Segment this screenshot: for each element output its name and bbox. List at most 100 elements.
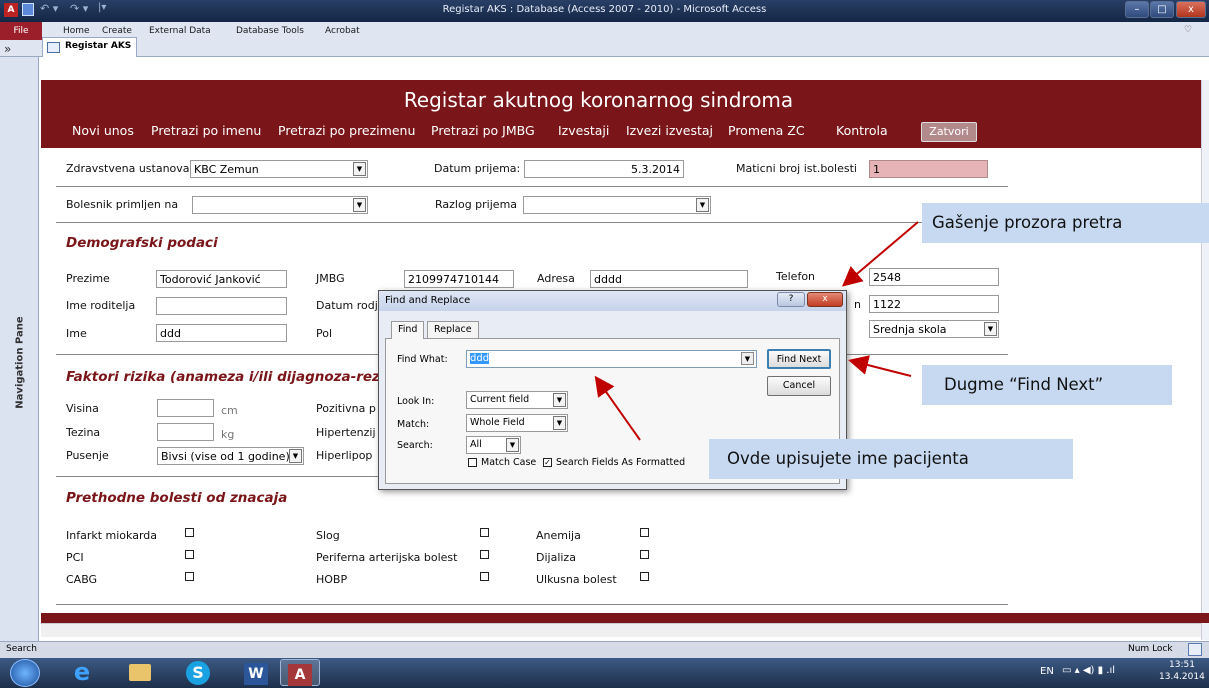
visina-unit: cm (221, 404, 238, 417)
word-icon[interactable]: W (236, 659, 276, 686)
tab-home[interactable]: Home (63, 26, 90, 36)
look-in-label: Look In: (397, 396, 435, 407)
status-search: Search (6, 644, 37, 654)
menu-pretrazi-jmbg[interactable]: Pretrazi po JMBG (431, 123, 535, 138)
jmbg-field[interactable]: 2109974710144 (404, 270, 514, 288)
match-case-checkbox[interactable] (468, 458, 477, 467)
file-tab[interactable]: File (0, 22, 42, 40)
language-indicator[interactable]: EN (1040, 666, 1054, 677)
obrazovanje-select[interactable]: Srednja skola ▼ (869, 320, 999, 338)
chevron-down-icon[interactable]: ▼ (741, 352, 754, 365)
status-bar: Search Num Lock (0, 641, 1209, 658)
bolesnik-select[interactable]: ▼ (192, 196, 368, 214)
disease-checkbox[interactable] (185, 528, 194, 537)
close-window-button[interactable]: x (1176, 1, 1206, 18)
cancel-button[interactable]: Cancel (767, 376, 831, 396)
zdravstvena-label: Zdravstvena ustanova: (66, 162, 194, 175)
navigation-pane[interactable]: Navigation Pane (0, 57, 39, 641)
disease-label: Ulkusna bolest (536, 573, 617, 586)
look-in-select[interactable]: Current field ▼ (466, 391, 568, 409)
maticni-label: Maticni broj ist.bolesti (736, 162, 857, 175)
find-what-input[interactable]: ddd (466, 350, 757, 368)
form-header: Registar akutnog koronarnog sindroma Nov… (41, 80, 1209, 148)
chevron-down-icon[interactable]: ▼ (353, 198, 366, 212)
chevron-down-icon[interactable]: ▼ (553, 416, 566, 430)
search-formatted-checkbox[interactable]: ✓ (543, 458, 552, 467)
disease-checkbox[interactable] (640, 572, 649, 581)
horizontal-scrollbar[interactable] (41, 623, 1201, 637)
ime-roditelja-label: Ime roditelja (66, 299, 136, 312)
tab-database-tools[interactable]: Database Tools (236, 26, 304, 36)
ime-roditelja-field[interactable] (156, 297, 287, 315)
menu-pretrazi-prezimenu[interactable]: Pretrazi po prezimenu (278, 123, 415, 138)
vertical-scrollbar[interactable] (1201, 80, 1209, 640)
right-field[interactable]: 1122 (869, 295, 999, 313)
nav-expand-icon[interactable]: » (4, 42, 11, 56)
maticni-field[interactable]: 1 (869, 160, 988, 178)
internet-explorer-icon[interactable]: e (62, 659, 102, 686)
file-explorer-icon[interactable] (120, 659, 160, 686)
chevron-down-icon[interactable]: ▼ (289, 449, 302, 463)
help-button[interactable]: ? (777, 292, 805, 307)
tezina-field[interactable] (157, 423, 214, 441)
ime-field[interactable]: ddd (156, 324, 287, 342)
jmbg-label: JMBG (316, 272, 345, 285)
chevron-down-icon[interactable]: ▼ (553, 393, 566, 407)
disease-checkbox[interactable] (185, 550, 194, 559)
prethodne-heading: Prethodne bolesti od znacaja (66, 490, 288, 506)
menu-izvestaji[interactable]: Izvestaji (558, 123, 609, 138)
menu-kontrola[interactable]: Kontrola (836, 123, 888, 138)
ribbon-collapse-icon[interactable]: ♡ (1184, 25, 1192, 35)
start-button-icon[interactable] (10, 659, 40, 687)
adresa-field[interactable]: dddd (590, 270, 748, 288)
datum-rodjenja-label: Datum rodj (316, 299, 378, 312)
visina-field[interactable] (157, 399, 214, 417)
adresa-label: Adresa (537, 272, 575, 285)
tab-create[interactable]: Create (102, 26, 132, 36)
tab-replace[interactable]: Replace (427, 321, 479, 338)
look-in-value: Current field (470, 394, 530, 405)
search-formatted-label: Search Fields As Formatted (556, 457, 686, 468)
match-select[interactable]: Whole Field ▼ (466, 414, 568, 432)
access-taskbar-icon[interactable]: A (280, 659, 320, 686)
dialog-close-button[interactable]: x (807, 292, 843, 307)
disease-checkbox[interactable] (185, 572, 194, 581)
datum-prijema-field[interactable]: 5.3.2014 (524, 160, 684, 178)
zatvori-button[interactable]: Zatvori (921, 122, 977, 142)
chevron-down-icon[interactable]: ▼ (506, 438, 519, 452)
form-view-icon[interactable] (1188, 643, 1202, 656)
menu-promena-zc[interactable]: Promena ZC (728, 123, 805, 138)
chevron-down-icon[interactable]: ▼ (696, 198, 709, 212)
search-select[interactable]: All ▼ (466, 436, 521, 454)
prezime-field[interactable]: Todorović Janković (156, 270, 287, 288)
minimize-button[interactable]: – (1125, 1, 1149, 18)
callout-close-dialog: Gašenje prozora pretra (922, 203, 1209, 243)
pusenje-select[interactable]: Bivsi (vise od 1 godine) ▼ (157, 447, 304, 465)
disease-checkbox[interactable] (640, 528, 649, 537)
document-tab[interactable]: Registar AKS (42, 37, 137, 57)
disease-checkbox[interactable] (480, 572, 489, 581)
telefon-field[interactable]: 2548 (869, 268, 999, 286)
disease-checkbox[interactable] (480, 550, 489, 559)
chevron-down-icon[interactable]: ▼ (353, 162, 366, 176)
menu-novi-unos[interactable]: Novi unos (72, 123, 134, 138)
disease-checkbox[interactable] (480, 528, 489, 537)
razlog-select[interactable]: ▼ (523, 196, 711, 214)
disease-checkbox[interactable] (640, 550, 649, 559)
chevron-down-icon[interactable]: ▼ (984, 322, 997, 336)
zdravstvena-select[interactable]: KBC Zemun ▼ (190, 160, 368, 178)
maximize-button[interactable]: □ (1150, 1, 1174, 18)
tab-external-data[interactable]: External Data (149, 26, 211, 36)
tray-icons[interactable]: ▭ ▴ ◀) ▮ .ıl (1062, 665, 1115, 676)
tab-acrobat[interactable]: Acrobat (325, 26, 360, 36)
menu-pretrazi-imenu[interactable]: Pretrazi po imenu (151, 123, 261, 138)
skype-icon[interactable]: S (178, 659, 218, 686)
find-next-button[interactable]: Find Next (767, 349, 831, 369)
tab-find[interactable]: Find (391, 321, 425, 339)
menu-izvezi-izvestaj[interactable]: Izvezi izvestaj (626, 123, 713, 138)
pol-label: Pol (316, 327, 333, 340)
match-value: Whole Field (470, 417, 525, 428)
datum-prijema-label: Datum prijema: (434, 162, 521, 175)
search-label: Search: (397, 440, 433, 451)
bolesnik-label: Bolesnik primljen na (66, 198, 179, 211)
